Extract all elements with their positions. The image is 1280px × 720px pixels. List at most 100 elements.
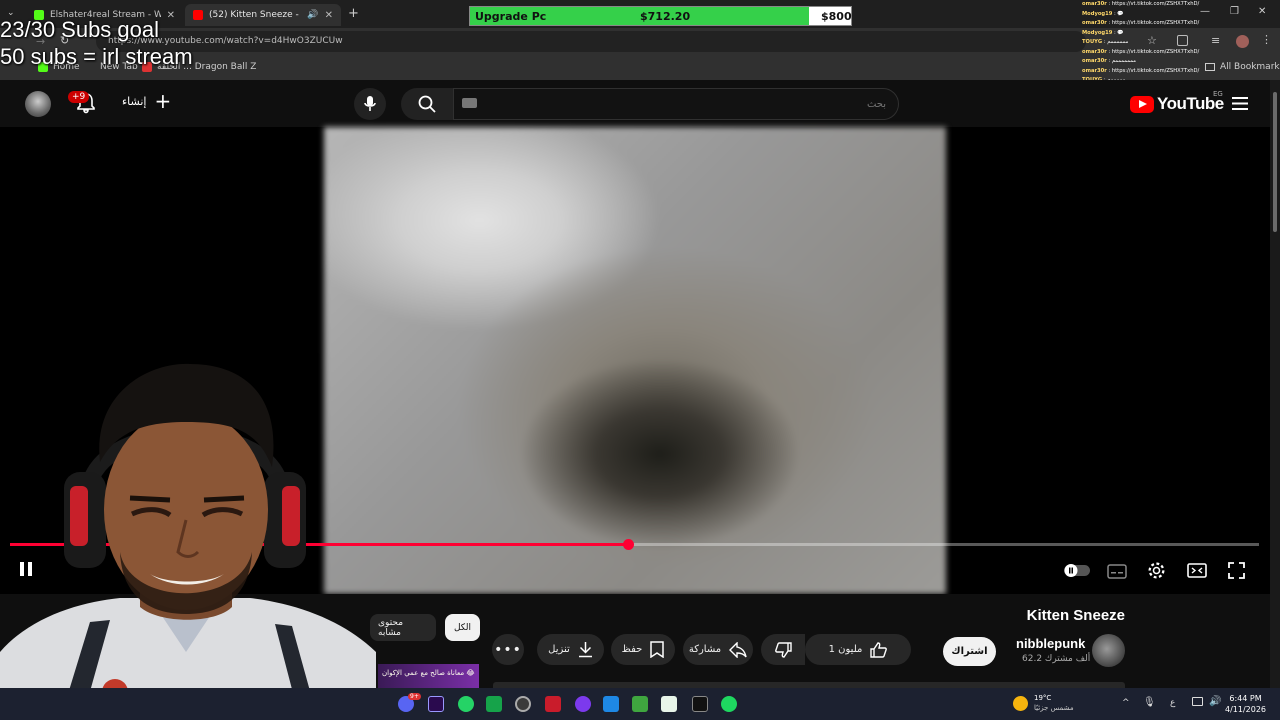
- adobe-icon[interactable]: [545, 696, 561, 712]
- chat-message: omar30r : https://vt.tiktok.com/ZSHX7Txh…: [1082, 67, 1200, 74]
- windows-taskbar: 9+ 19°C مشمس جزئيًا ^ 🎙 ع 🔊 6:44 PM 4/11…: [0, 688, 1280, 720]
- show-hidden-icons-chevron-icon[interactable]: ^: [1122, 698, 1130, 708]
- upgrade-label: Upgrade Pc: [475, 10, 547, 23]
- chat-username: Modyog19: [1082, 10, 1113, 17]
- clock-time: 6:44 PM: [1229, 694, 1262, 703]
- streamer-webcam: [0, 352, 376, 720]
- hamburger-menu-icon[interactable]: [1232, 97, 1248, 110]
- chat-text: https://vt.tiktok.com/ZSHX7TxhD/: [1111, 1, 1200, 7]
- clock-date: 4/11/2026: [1225, 705, 1267, 714]
- plus-icon: +: [154, 89, 172, 113]
- close-tab-icon[interactable]: ✕: [325, 10, 333, 21]
- channel-name[interactable]: nibblepunk: [1016, 636, 1085, 651]
- theater-mode-icon[interactable]: [1187, 563, 1207, 578]
- youtube-header: +9 إنشاء + YouTube EG: [0, 80, 1270, 127]
- share-button[interactable]: مشاركة: [683, 634, 753, 665]
- scrollbar-thumb[interactable]: [1273, 92, 1277, 232]
- app-icon[interactable]: [575, 696, 591, 712]
- chat-text: مممممممم: [1111, 58, 1137, 64]
- channel-subscriber-count: 62.2 ألف مشترك: [1022, 654, 1091, 664]
- chat-username: omar30r: [1082, 20, 1107, 26]
- share-icon: [729, 641, 747, 658]
- channel-avatar[interactable]: [1092, 634, 1125, 667]
- dislike-button[interactable]: [761, 634, 805, 665]
- like-count: 1 مليون: [828, 644, 863, 655]
- autoplay-toggle[interactable]: [1064, 564, 1090, 577]
- language-indicator[interactable]: ع: [1170, 698, 1175, 708]
- chip-related[interactable]: محتوى مشابه: [370, 614, 436, 641]
- user-avatar[interactable]: [25, 91, 51, 117]
- chat-username: TOUYG: [1082, 39, 1103, 45]
- like-button[interactable]: 1 مليون: [805, 634, 911, 665]
- system-clock[interactable]: 6:44 PM 4/11/2026: [1225, 693, 1266, 715]
- window-app-icon[interactable]: [603, 696, 619, 712]
- settings-gear-icon[interactable]: [1147, 561, 1166, 580]
- save-button[interactable]: حفظ: [611, 634, 675, 665]
- thumbs-up-icon: [870, 641, 888, 658]
- upgrade-pc-goal-bar: Upgrade Pc $712.20 $800: [469, 6, 852, 26]
- download-label: تنزيل: [548, 644, 570, 655]
- android-messages-icon[interactable]: [486, 696, 502, 712]
- address-bar[interactable]: https://www.youtube.com/watch?v=d4HwO3ZU…: [96, 31, 1086, 52]
- chip-all[interactable]: الكل: [445, 614, 480, 641]
- minecraft-icon[interactable]: [632, 696, 648, 712]
- page-scrollbar[interactable]: [1270, 80, 1280, 688]
- create-button[interactable]: إنشاء +: [122, 89, 172, 113]
- spotify-icon[interactable]: [721, 696, 737, 712]
- upgrade-goal: $800: [821, 10, 852, 23]
- chat-message: omar30r : مممممممم: [1082, 58, 1137, 64]
- fullscreen-icon[interactable]: [1228, 562, 1245, 579]
- premiere-pro-icon[interactable]: [428, 696, 444, 712]
- chat-username: omar30r: [1082, 1, 1107, 7]
- chat-message: omar30r : https://vt.tiktok.com/ZSHX7Txh…: [1082, 20, 1200, 26]
- create-label: إنشاء: [122, 94, 147, 108]
- discord-badge: 9+: [408, 693, 421, 700]
- youtube-icon: [193, 10, 203, 20]
- download-icon: [578, 642, 592, 658]
- chat-message: Modyog19 : 💬: [1082, 10, 1124, 17]
- obs-icon[interactable]: [515, 696, 531, 712]
- tab-kitten-sneeze[interactable]: (52) Kitten Sneeze - YouTub 🔊 ✕: [185, 4, 341, 26]
- notepad-icon[interactable]: [661, 696, 677, 712]
- more-horizontal-icon: •••: [494, 641, 522, 658]
- chat-message: Modyog19 : 💬: [1082, 29, 1124, 36]
- speaker-icon[interactable]: 🔊: [307, 10, 318, 20]
- chat-username: omar30r: [1082, 48, 1107, 55]
- chat-text: https://vt.tiktok.com/ZSHX7TxhD/: [1111, 48, 1200, 55]
- new-tab-button[interactable]: +: [348, 6, 359, 21]
- chat-message: TOUYG : ممممممم: [1082, 39, 1129, 45]
- voice-search-mic-icon[interactable]: [354, 88, 386, 120]
- download-button[interactable]: تنزيل: [537, 634, 604, 665]
- network-icon[interactable]: [1192, 697, 1203, 706]
- youtube-play-icon: [1130, 95, 1154, 113]
- thumbs-down-icon: [774, 641, 792, 658]
- more-actions-button[interactable]: •••: [492, 634, 524, 665]
- video-frame[interactable]: [324, 127, 946, 594]
- chat-username: omar30r: [1082, 58, 1107, 64]
- search-button[interactable]: [401, 88, 453, 120]
- keyboard-icon[interactable]: [462, 98, 477, 108]
- notification-badge: +9: [68, 91, 90, 103]
- sun-cloud-icon: [1013, 695, 1028, 711]
- irl-stream-text: 50 subs = irl stream: [0, 44, 193, 69]
- close-tab-icon[interactable]: ✕: [167, 10, 175, 21]
- share-label: مشاركة: [688, 644, 722, 655]
- volume-icon[interactable]: 🔊: [1209, 696, 1221, 707]
- chat-message: omar30r : https://vt.tiktok.com/ZSHX7Txh…: [1082, 1, 1200, 7]
- epic-games-icon[interactable]: [692, 696, 708, 712]
- weather-widget[interactable]: 19°C مشمس جزئيًا: [1013, 693, 1074, 713]
- weather-temp: 19°C: [1034, 694, 1052, 702]
- youtube-logo[interactable]: YouTube: [1130, 94, 1224, 114]
- subscribe-button[interactable]: اشتراك: [943, 637, 996, 666]
- chat-username: Modyog19: [1082, 29, 1113, 36]
- chat-text: https://vt.tiktok.com/ZSHX7TxhD/: [1111, 67, 1200, 74]
- subtitles-icon[interactable]: [1107, 564, 1127, 579]
- microphone-icon[interactable]: 🎙: [1143, 697, 1156, 708]
- search-icon: [418, 95, 436, 113]
- chat-text: 💬: [1117, 10, 1124, 17]
- whatsapp-icon[interactable]: [458, 696, 474, 712]
- recommendation-thumbnail[interactable]: معاناة صالح مع عمي الإكوان 😂: [378, 664, 479, 688]
- chat-text: https://vt.tiktok.com/ZSHX7TxhD/: [1111, 20, 1200, 26]
- search-input[interactable]: [453, 88, 899, 120]
- upgrade-current: $712.20: [640, 10, 691, 23]
